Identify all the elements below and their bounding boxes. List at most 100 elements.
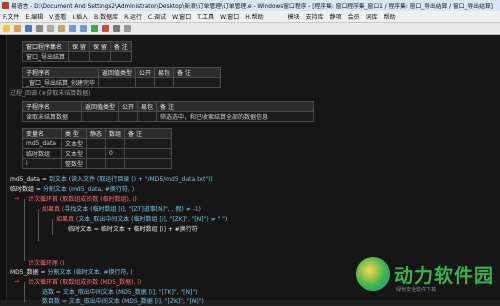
open-folder-icon[interactable] [14,25,21,32]
stop-icon[interactable] [102,25,109,32]
table-cell[interactable] [80,111,120,122]
brand-logo-icon [356,257,390,291]
code-token: 如果真 ( [56,216,79,223]
flow-line [52,219,53,235]
table-cell[interactable]: 筛选选中，和已收索结算全部的数据信息 [156,111,315,122]
table-cell[interactable]: 整数型 [60,158,88,169]
code-token: 寻找文本 (临时数组 [i], "[ZT]道事[N]", , 假) ≠ -1) [64,206,201,213]
table-header: 变量名 [22,128,62,139]
table-cell[interactable] [98,77,137,88]
table-cell[interactable] [154,77,175,88]
menu-dictionary[interactable]: 词库 [363,12,381,21]
table-header: 公开 [135,67,156,78]
find-icon[interactable] [124,25,131,32]
table-cell[interactable]: 0 [105,148,126,159]
code-token: md5_data = [10,176,49,183]
menu-window[interactable]: W.窗口 [169,12,194,21]
watermark-logo: 动力软件园 绿色安全软件下载 [356,248,500,300]
table-cell[interactable]: 临时数组 [22,148,62,159]
run-icon[interactable] [91,25,98,32]
subroutine-table-2: 子程序名 返回值类型 公开 易包 备 注 读取未结算数据 筛选选中，和已收索结算… [22,101,315,122]
table-cell[interactable] [135,77,156,88]
table-cell[interactable] [86,158,107,169]
menu-debug[interactable]: C.调试 [145,12,169,21]
table-header: 备 注 [109,41,132,52]
paste-icon[interactable] [58,25,65,32]
code-line[interactable]: md5_data = 到文本 (读入文件 (取运行目录 () + "/MD5/m… [10,175,213,184]
menu-support-lib[interactable]: 支持库 [303,12,327,21]
table-header: 窗口程序集名 [21,41,70,52]
table-header: 易包 [137,101,158,112]
flow-line [24,199,25,261]
assembly-table: 窗口程序集名 保 留 保 留 备 注 窗口_导出结算 [21,41,132,62]
redo-icon[interactable] [80,25,87,32]
new-file-icon[interactable] [3,25,10,32]
table-cell[interactable] [86,148,107,159]
menu-modules[interactable]: 模块 [285,12,303,21]
menu-window-2[interactable]: W.窗口 [217,12,242,21]
table-cell[interactable]: 窗口_导出结算 [21,51,70,62]
table-header: 静态 [86,128,107,139]
code-line[interactable]: 计次循环首 (取数组成员数 (MD5_数据), i) [28,278,141,287]
table-header: 公开 [118,101,139,112]
menu-file[interactable]: F.文件 [0,12,22,21]
code-line[interactable]: 选数 = 文本_取出中间文本 (MD5_数据 [i], "[TK]", "[N]… [42,288,197,297]
table-cell[interactable] [105,158,126,169]
flow-line [24,282,25,302]
code-comment[interactable]: 过程_回调 (※获取未结算数据) [10,89,91,98]
table-header: 备 注 [124,128,173,139]
table-cell[interactable]: i [22,158,62,169]
menu-insert[interactable]: I.插入 [69,12,91,21]
menu-edit[interactable]: E.编辑 [22,12,46,21]
code-token: 临时数组 = [10,186,43,193]
table-cell[interactable]: 文本型 [60,148,88,159]
table-cell[interactable] [86,138,107,149]
code-line[interactable]: MD5_数据 = 分割文本 (临时文本, #换行符, ) [10,268,133,277]
menu-help[interactable]: H.帮助 [242,12,266,21]
menu-help-2[interactable]: 帮助 [381,12,399,21]
code-line[interactable]: 计次循环尾 () [28,259,65,268]
code-token: 分割文本 (md5_data, #换行符, ) [42,186,135,193]
table-header: 子程序名 [21,67,100,78]
step-icon[interactable] [113,25,120,32]
menu-view[interactable]: V.查看 [46,12,69,21]
code-line[interactable]: 数目数 = 文本_取出中间文本 (MD5_数据 [i], "[ZK]", "[N… [42,297,204,306]
table-header: 子程序名 [22,101,82,112]
menu-tools[interactable]: T.工具 [194,12,217,21]
table-cell[interactable] [173,77,222,88]
table-header: 保 留 [88,41,111,52]
table-cell[interactable]: md5_data [22,138,62,149]
table-cell[interactable] [109,51,132,62]
menu-member[interactable]: 会员 [345,12,363,21]
cut-icon[interactable] [36,25,43,32]
menu-run[interactable]: R.运行 [121,12,145,21]
menu-database[interactable]: B.数据库 [91,12,121,21]
table-cell[interactable]: _窗口_导出结算_创建完毕 [21,77,100,88]
code-line[interactable]: 如果真 (寻找文本 (临时数组 [i], "[ZT]道事[N]", , 假) ≠… [42,205,201,214]
table-header: 类 型 [60,128,88,139]
code-line[interactable]: 如果真 (文本_取出中间文本 (临时数组 [i], "[ZK]", "[N]")… [56,215,227,224]
undo-icon[interactable] [69,25,76,32]
save-icon[interactable] [25,25,32,32]
table-cell[interactable]: 读取未结算数据 [22,111,82,122]
table-cell[interactable] [105,138,126,149]
table-cell[interactable] [68,51,90,62]
table-cell[interactable] [118,111,139,122]
table-cell[interactable] [88,51,111,62]
table-header: 数组 [105,128,126,139]
table-cell[interactable] [124,148,173,159]
code-line[interactable]: 计次循环首 (取数组成员数 (临时数组), i) [28,195,137,204]
code-line[interactable]: 临时数组 = 分割文本 (md5_data, #换行符, ) [10,185,134,194]
code-line[interactable]: 临时文本 = 临时文本 + 临时数组 [i] + #换行符 [68,225,198,234]
table-cell[interactable] [124,158,173,169]
menu-static[interactable]: 静项 [327,12,345,21]
code-token: 文本_取出中间文本 (临时数组 [i], "[ZK]", "[N]") ≠ " … [78,216,228,223]
table-cell[interactable]: 文本型 [60,138,88,149]
table-cell[interactable] [137,111,158,122]
watermark-brand: 动力软件园 [394,264,495,287]
table-header: 备 注 [156,101,315,112]
table-cell[interactable] [124,138,173,149]
copy-icon[interactable] [47,25,54,32]
table-header: 易包 [154,67,175,78]
code-token: MD5_数据 = [10,269,48,276]
